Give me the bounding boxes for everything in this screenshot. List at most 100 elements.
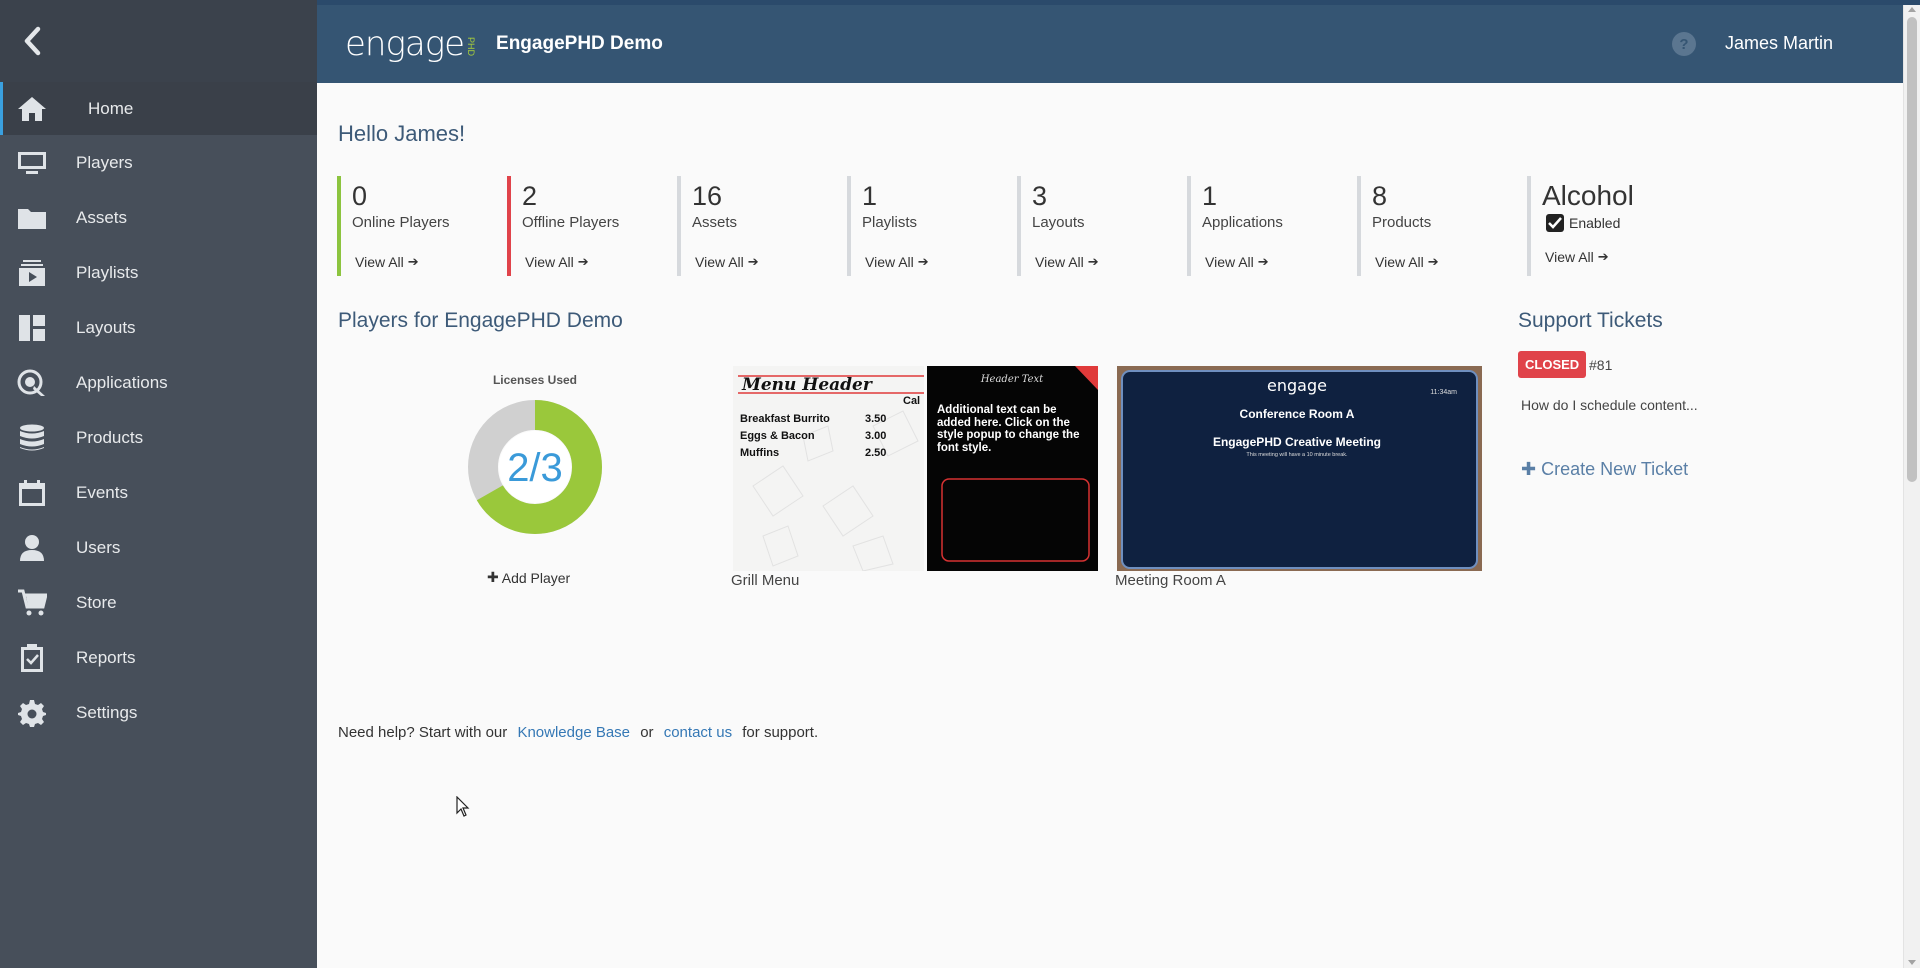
meeting-logo-text: engage xyxy=(1267,376,1327,395)
sidebar-item-applications[interactable]: Applications xyxy=(0,355,317,410)
stats-row: 0 Online Players View All ➔ 2 Offline Pla… xyxy=(337,176,1697,276)
scroll-down-arrow[interactable] xyxy=(1908,960,1916,965)
database-icon xyxy=(16,423,48,453)
plus-icon: ✚ xyxy=(1521,459,1537,479)
support-tickets-title: Support Tickets xyxy=(1518,309,1663,332)
chevron-left-icon[interactable] xyxy=(20,26,46,56)
stat-offline-players: 2 Offline Players View All ➔ xyxy=(507,176,677,276)
stat-applications: 1 Applications View All ➔ xyxy=(1187,176,1357,276)
help-or: or xyxy=(640,724,654,741)
stat-label: Applications xyxy=(1202,214,1283,231)
scroll-thumb[interactable] xyxy=(1907,17,1917,482)
stat-value: Alcohol xyxy=(1542,180,1634,211)
view-all-link[interactable]: View All ➔ xyxy=(1035,254,1099,270)
view-all-link[interactable]: View All ➔ xyxy=(1205,254,1269,270)
grill-menu-thumbnail-right[interactable]: Header Text Additional text can be added… xyxy=(927,366,1098,571)
view-all-label: View All xyxy=(355,254,404,270)
grill-menu-preview-right: Header Text Additional text can be added… xyxy=(937,366,1098,562)
sidebar-item-layouts[interactable]: Layouts xyxy=(0,300,317,355)
sidebar-item-users[interactable]: Users xyxy=(0,520,317,575)
sidebar-item-label: Home xyxy=(88,98,134,118)
playlist-icon xyxy=(16,258,48,288)
sidebar-item-players[interactable]: Players xyxy=(0,135,317,190)
ticket-number[interactable]: #81 xyxy=(1589,357,1612,373)
view-all-label: View All xyxy=(865,254,914,270)
help-icon[interactable]: ? xyxy=(1672,32,1696,56)
help-suffix: for support. xyxy=(742,724,819,741)
arrow-right-icon: ➔ xyxy=(1427,254,1439,269)
sidebar-item-label: Reports xyxy=(76,647,136,667)
view-all-link[interactable]: View All ➔ xyxy=(695,254,759,270)
sidebar-item-events[interactable]: Events xyxy=(0,465,317,520)
player-name[interactable]: Meeting Room A xyxy=(1115,572,1226,589)
menu-item-name: Muffins xyxy=(740,447,779,459)
menu-item-name: Breakfast Burrito xyxy=(740,413,830,425)
grill-menu-preview: Menu Header Cal Breakfast Burrito 3.50 E… xyxy=(738,375,924,571)
layout-icon xyxy=(16,313,48,343)
enabled-checkbox[interactable] xyxy=(1546,214,1564,232)
view-all-label: View All xyxy=(1205,254,1254,270)
sidebar-nav: Home Players Assets Playlists Layouts Ap… xyxy=(0,82,317,740)
sidebar-item-label: Settings xyxy=(76,702,138,722)
folder-icon xyxy=(16,203,48,233)
arrow-right-icon: ➔ xyxy=(577,254,589,269)
additional-text: Additional text can be added here. Click… xyxy=(937,404,1080,454)
cart-icon xyxy=(16,588,48,618)
scroll-up-arrow[interactable] xyxy=(1908,7,1916,12)
stat-alcohol: Alcohol Enabled View All ➔ xyxy=(1527,176,1697,276)
sidebar-item-label: Layouts xyxy=(76,317,136,337)
meeting-title: EngagePHD Creative Meeting xyxy=(1213,435,1381,449)
sidebar-item-store[interactable]: Store xyxy=(0,575,317,630)
sidebar-item-playlists[interactable]: Playlists xyxy=(0,245,317,300)
stat-value: 1 xyxy=(1202,181,1218,211)
mouse-cursor-icon xyxy=(456,796,470,817)
stat-label: Offline Players xyxy=(522,214,620,231)
create-ticket-link[interactable]: ✚ Create New Ticket xyxy=(1521,459,1688,480)
engage-logo[interactable]: engage PHD xyxy=(345,24,476,64)
arrow-right-icon: ➔ xyxy=(1087,254,1099,269)
meeting-room-preview: engage 11:34am Conference Room A EngageP… xyxy=(1117,366,1482,571)
sidebar-item-reports[interactable]: Reports xyxy=(0,630,317,685)
enabled-label: Enabled xyxy=(1569,215,1621,231)
sidebar-item-settings[interactable]: Settings xyxy=(0,685,317,740)
top-header: engage PHD EngagePHD Demo ? James Martin xyxy=(317,5,1903,83)
menu-header-text: Menu Header xyxy=(741,375,873,395)
sidebar-item-label: Assets xyxy=(76,207,128,227)
menu-item-name: Eggs & Bacon xyxy=(740,430,815,442)
clipboard-icon xyxy=(16,643,48,673)
stat-online-players: 0 Online Players View All ➔ xyxy=(337,176,507,276)
view-all-label: View All xyxy=(525,254,574,270)
scrollbar[interactable] xyxy=(1903,5,1920,968)
contact-us-link[interactable]: contact us xyxy=(664,724,732,741)
sidebar-item-products[interactable]: Products xyxy=(0,410,317,465)
licenses-chart: Licenses Used 2/3 xyxy=(455,373,615,552)
sidebar-item-label: Users xyxy=(76,537,121,557)
user-icon xyxy=(16,533,48,563)
stat-label: Playlists xyxy=(862,214,918,231)
sidebar-header xyxy=(0,0,317,82)
arrow-right-icon: ➔ xyxy=(747,254,759,269)
stat-value: 8 xyxy=(1372,181,1388,211)
sidebar-item-label: Products xyxy=(76,427,144,447)
user-menu[interactable]: James Martin xyxy=(1725,33,1833,54)
meeting-room-thumbnail[interactable]: engage 11:34am Conference Room A EngageP… xyxy=(1117,366,1482,571)
grill-menu-thumbnail[interactable]: Menu Header Cal Breakfast Burrito 3.50 E… xyxy=(733,366,924,571)
view-all-link[interactable]: View All ➔ xyxy=(355,254,419,270)
player-name[interactable]: Grill Menu xyxy=(731,572,799,589)
meeting-room-name: Conference Room A xyxy=(1240,407,1355,421)
knowledge-base-link[interactable]: Knowledge Base xyxy=(517,724,630,741)
add-player-button[interactable]: ✚ Add Player xyxy=(487,569,570,586)
menu-item-price: 3.50 xyxy=(865,413,886,425)
view-all-link[interactable]: View All ➔ xyxy=(525,254,589,270)
arrow-right-icon: ➔ xyxy=(407,254,419,269)
arrow-right-icon: ➔ xyxy=(1597,249,1609,264)
sidebar-item-assets[interactable]: Assets xyxy=(0,190,317,245)
view-all-link[interactable]: View All ➔ xyxy=(1545,249,1609,265)
sidebar-item-home[interactable]: Home xyxy=(0,82,317,135)
greeting: Hello James! xyxy=(338,121,466,146)
view-all-link[interactable]: View All ➔ xyxy=(865,254,929,270)
view-all-link[interactable]: View All ➔ xyxy=(1375,254,1439,270)
stat-label: Products xyxy=(1372,214,1432,231)
ticket-subject[interactable]: How do I schedule content... xyxy=(1521,397,1698,413)
sidebar: Home Players Assets Playlists Layouts Ap… xyxy=(0,0,317,968)
